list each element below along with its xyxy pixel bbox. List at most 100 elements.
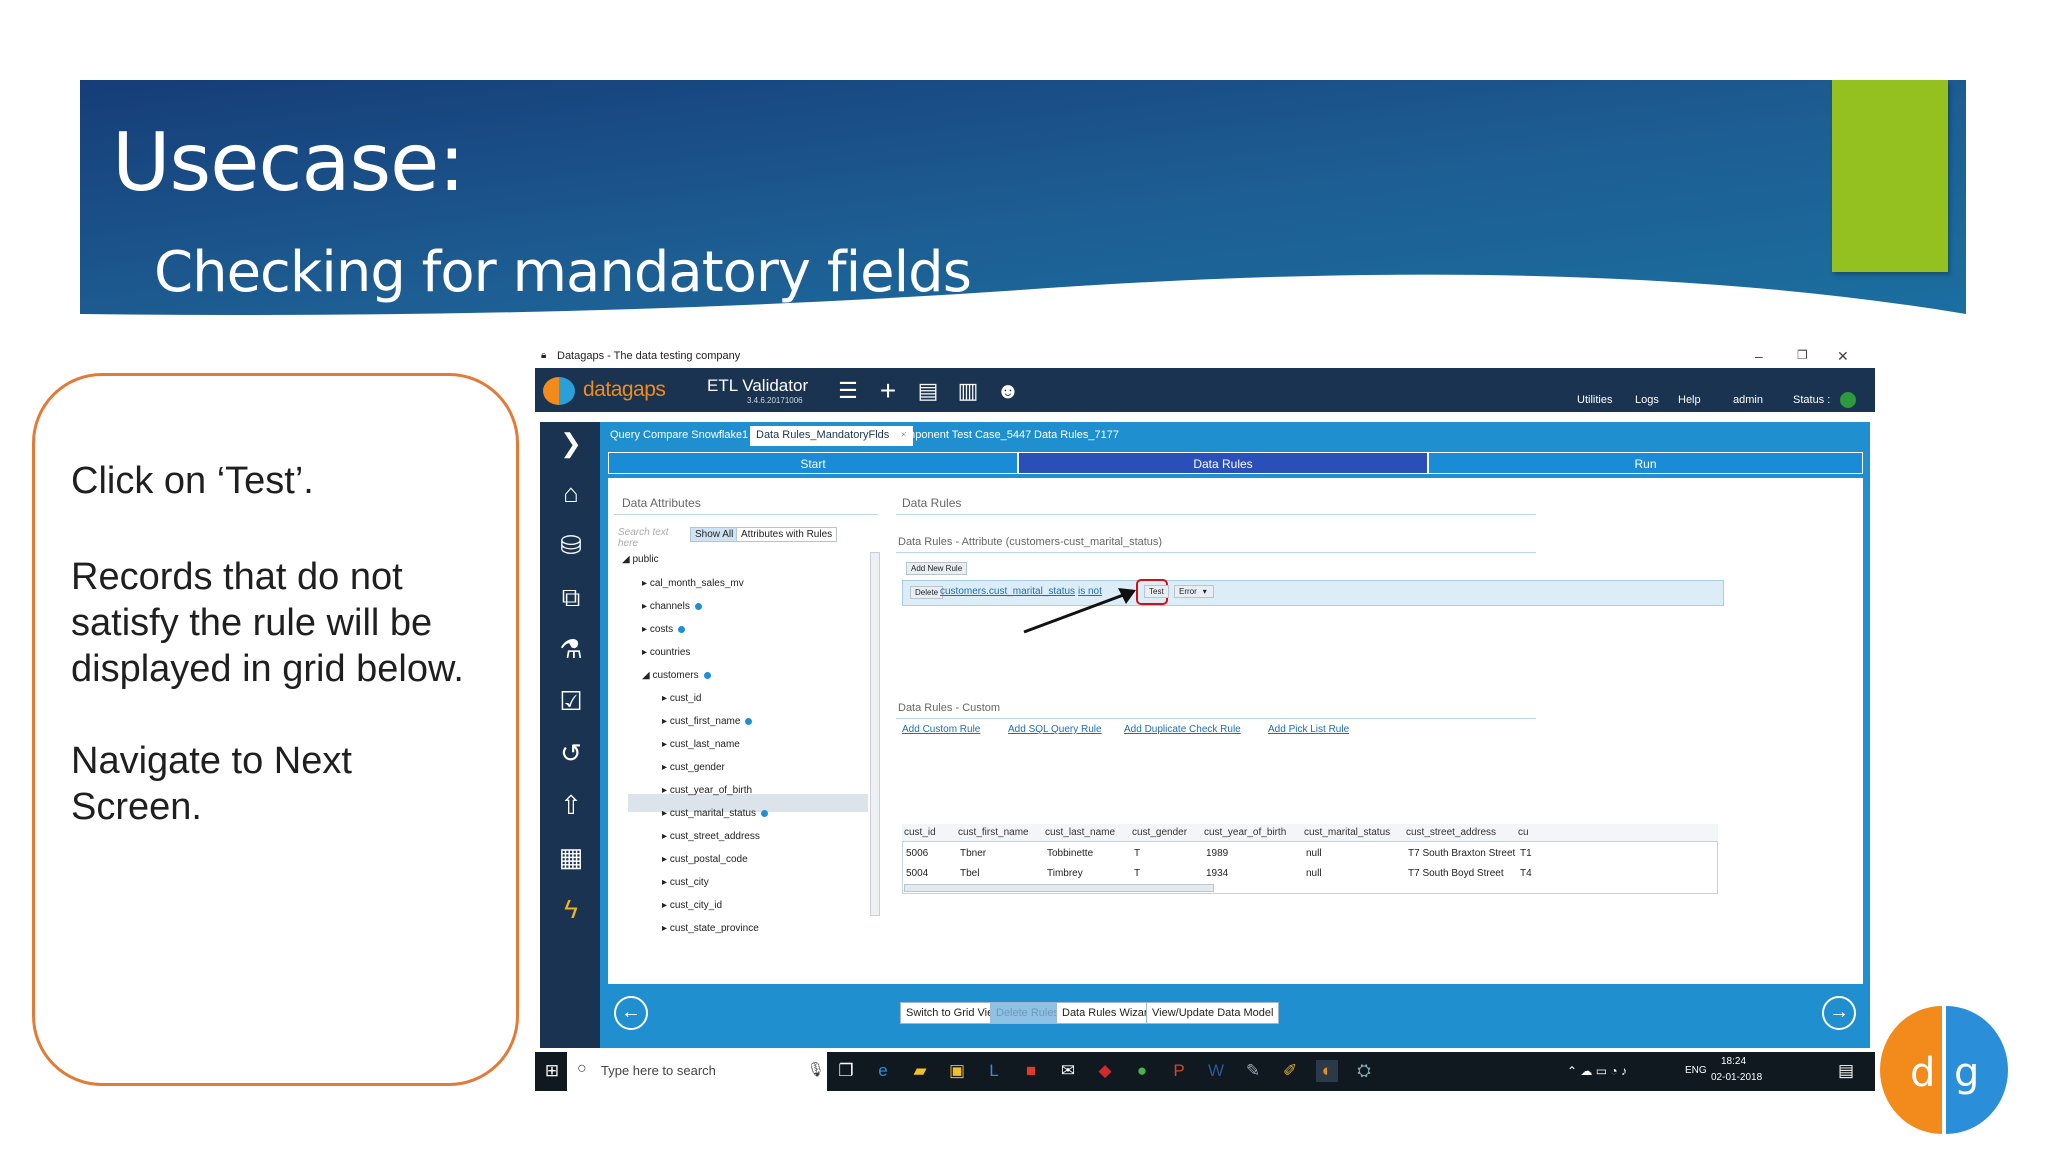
add-pick-list-rule-link[interactable]: Add Pick List Rule (1268, 724, 1349, 735)
utilities-link[interactable]: Utilities (1577, 394, 1612, 406)
notifications-icon[interactable]: ▤ (1835, 1060, 1857, 1082)
tree-item-customers[interactable]: ◢ customers (642, 670, 711, 681)
show-all-button[interactable]: Show All (690, 527, 739, 542)
tree-item-cust-city[interactable]: ▸ cust_city (662, 877, 709, 888)
edge-icon[interactable]: e (872, 1060, 894, 1082)
attributes-with-rules-button[interactable]: Attributes with Rules (736, 527, 838, 542)
col-cust-year-of-birth[interactable]: cust_year_of_birth (1204, 827, 1286, 838)
collapse-arrow-icon: ▸ (662, 762, 670, 773)
tab-data-rules-7177[interactable]: Data Rules_7177 (1028, 426, 1125, 446)
sql-icon[interactable]: ▤ (915, 378, 941, 404)
flask-icon[interactable]: ⚗ (556, 634, 586, 664)
word-icon[interactable]: W (1205, 1060, 1227, 1082)
restore-button[interactable]: ❐ (1797, 348, 1808, 362)
data-rules-wizard-button[interactable]: Data Rules Wizard (1056, 1002, 1160, 1024)
security-icon[interactable]: ◆ (1094, 1060, 1116, 1082)
tree-item-cust-gender[interactable]: ▸ cust_gender (662, 762, 725, 773)
step-start[interactable]: Start (608, 452, 1018, 474)
add-custom-rule-link[interactable]: Add Custom Rule (902, 724, 980, 735)
col-cust-id[interactable]: cust_id (904, 827, 936, 838)
users-icon[interactable]: ☻ (995, 378, 1021, 404)
col-cust-first-name[interactable]: cust_first_name (958, 827, 1029, 838)
previous-screen-button[interactable]: ← (614, 996, 648, 1030)
clock-date[interactable]: 02-01-2018 (1711, 1072, 1762, 1083)
chevron-right-icon[interactable]: ❯ (556, 428, 586, 458)
bolt-icon[interactable]: ϟ (556, 894, 586, 924)
tree-item-countries[interactable]: ▸ countries (642, 647, 690, 658)
database-icon[interactable]: ⛁ (556, 530, 586, 560)
tree-item-cust-state-province[interactable]: ▸ cust_state_province (662, 923, 759, 934)
notepad-icon[interactable]: ✎ (1242, 1060, 1264, 1082)
add-new-rule-button[interactable]: Add New Rule (906, 562, 968, 575)
close-button[interactable]: ✕ (1837, 348, 1849, 365)
status-label: Status : (1793, 394, 1831, 406)
tree-item-cust-id[interactable]: ▸ cust_id (662, 693, 702, 704)
microphone-icon[interactable]: 🎙︎ (807, 1061, 825, 1078)
tree-item-cust-year-of-birth[interactable]: ▸ cust_year_of_birth (662, 785, 752, 796)
tree-item-cust-street-address[interactable]: ▸ cust_street_address (662, 831, 760, 842)
delete-rules-button[interactable]: Delete Rules (990, 1002, 1065, 1024)
datagaps-task-icon[interactable]: ◐ (1316, 1060, 1338, 1082)
status-indicator (1840, 392, 1856, 408)
taskbar-search[interactable]: ○ Type here to search 🎙︎ (567, 1052, 827, 1091)
severity-select[interactable]: Error ▾ (1174, 585, 1214, 598)
search-circle-icon: ○ (577, 1060, 587, 1077)
tree-item-cal-month-sales-mv[interactable]: ▸ cal_month_sales_mv (642, 578, 744, 589)
minimize-button[interactable]: – (1755, 348, 1763, 364)
tree-item-public[interactable]: ◢ public (622, 554, 659, 565)
home-icon[interactable]: ⌂ (556, 478, 586, 508)
tree-item-cust-last-name[interactable]: ▸ cust_last_name (662, 739, 740, 750)
col-truncated[interactable]: cu (1518, 827, 1529, 838)
windows-start-icon[interactable]: ⊞ (541, 1060, 563, 1082)
col-cust-last-name[interactable]: cust_last_name (1045, 827, 1115, 838)
task-view-icon[interactable]: ❐ (835, 1060, 857, 1082)
attribute-search-input[interactable]: Search text here (618, 527, 688, 549)
file-explorer-icon[interactable]: ▰ (909, 1060, 931, 1082)
step-data-rules[interactable]: Data Rules (1018, 452, 1428, 474)
user-menu[interactable]: admin (1733, 394, 1763, 406)
add-sql-query-rule-link[interactable]: Add SQL Query Rule (1008, 724, 1102, 735)
history-icon[interactable]: ↺ (556, 738, 586, 768)
delete-rule-button[interactable]: Delete (910, 586, 944, 599)
calendar-icon[interactable]: ▦ (556, 842, 586, 872)
tree-item-costs[interactable]: ▸ costs (642, 624, 686, 635)
checkbox-icon[interactable]: ☑ (556, 686, 586, 716)
add-duplicate-check-rule-link[interactable]: Add Duplicate Check Rule (1124, 724, 1241, 735)
app-l-icon[interactable]: L (983, 1060, 1005, 1082)
store-icon[interactable]: ▣ (946, 1060, 968, 1082)
clock-time[interactable]: 18:24 (1721, 1056, 1746, 1067)
help-link[interactable]: Help (1678, 394, 1701, 406)
view-update-data-model-button[interactable]: View/Update Data Model (1146, 1002, 1280, 1024)
tray-icons[interactable]: ⌃ ☁ ▭ ◔ ♪ (1567, 1064, 1627, 1078)
tree-item-cust-marital-status[interactable]: ▸ cust_marital_status (662, 808, 768, 819)
tree-label: cust_id (669, 693, 702, 704)
tree-item-channels[interactable]: ▸ channels (642, 601, 702, 612)
grid-cell: 1989 (1206, 848, 1229, 859)
col-cust-street-address[interactable]: cust_street_address (1406, 827, 1496, 838)
database-stack-icon[interactable]: ☰ (835, 378, 861, 404)
app-red-icon[interactable]: ■ (1020, 1060, 1042, 1082)
powerpoint-icon[interactable]: P (1168, 1060, 1190, 1082)
logs-link[interactable]: Logs (1635, 394, 1659, 406)
tree-item-cust-first-name[interactable]: ▸ cust_first_name (662, 716, 753, 727)
export-icon[interactable]: ⇧ (556, 790, 586, 820)
chrome-icon[interactable]: ● (1131, 1060, 1153, 1082)
tree-scrollbar[interactable] (870, 552, 880, 916)
paint-icon[interactable]: ✐ (1279, 1060, 1301, 1082)
slide-subtitle: Checking for mandatory fields (154, 240, 972, 305)
tab-component-test-case[interactable]: Component Test Case_5447 (886, 426, 1037, 446)
hierarchy-icon[interactable]: ⧉ (556, 582, 586, 612)
tree-item-cust-postal-code[interactable]: ▸ cust_postal_code (662, 854, 748, 865)
tree-item-cust-city-id[interactable]: ▸ cust_city_id (662, 900, 722, 911)
mail-icon[interactable]: ✉ (1057, 1060, 1079, 1082)
tab-query-compare[interactable]: Query Compare Snowflake1 (604, 426, 754, 446)
language-indicator[interactable]: ENG (1685, 1065, 1707, 1076)
step-run[interactable]: Run (1428, 452, 1863, 474)
bar-chart-icon[interactable]: ▥ (955, 378, 981, 404)
col-cust-marital-status[interactable]: cust_marital_status (1304, 827, 1390, 838)
col-cust-gender[interactable]: cust_gender (1132, 827, 1187, 838)
network-app-icon[interactable]: ⛭ (1353, 1060, 1375, 1082)
plus-icon[interactable]: + (875, 377, 901, 405)
next-screen-button[interactable]: → (1822, 996, 1856, 1030)
grid-horizontal-scrollbar[interactable] (904, 884, 1214, 892)
